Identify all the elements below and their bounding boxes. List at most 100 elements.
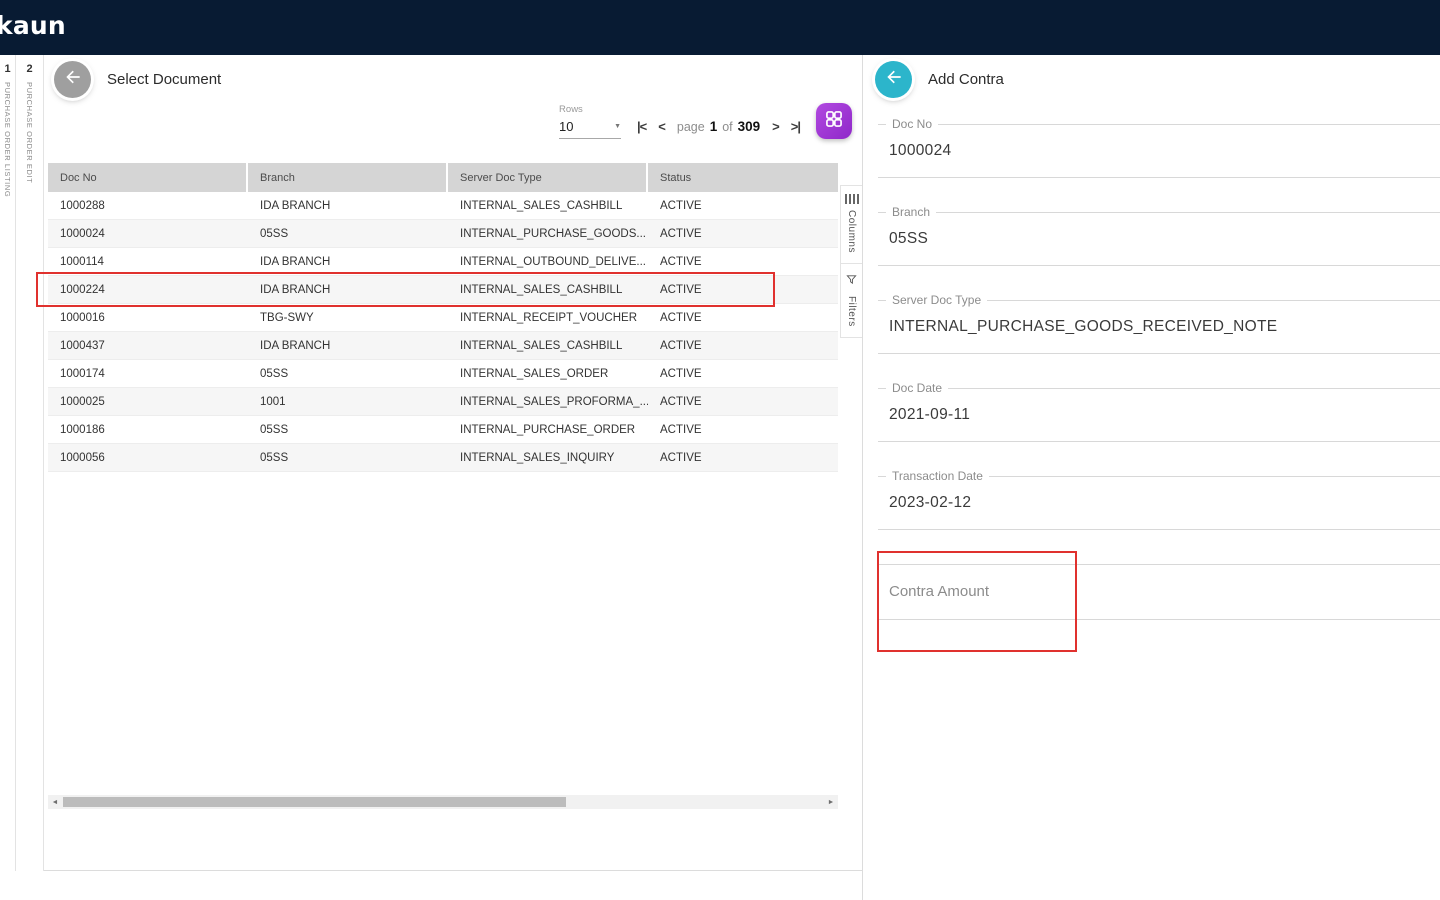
tab-label: PURCHASE ORDER LISTING (3, 82, 12, 197)
table-row[interactable]: 1000174 05SS INTERNAL_SALES_ORDER ACTIVE (48, 360, 838, 388)
scrollbar-thumb[interactable] (63, 797, 566, 807)
server-doc-type-value: INTERNAL_PURCHASE_GOODS_RECEIVED_NOTE (878, 301, 1440, 353)
doc-no-value: 1000024 (878, 125, 1440, 177)
cell-doc-no: 1000024 (48, 220, 248, 247)
column-header-status[interactable]: Status (648, 163, 838, 192)
table-header-row: Doc No Branch Server Doc Type Status (48, 163, 838, 192)
cell-server-doc-type: INTERNAL_RECEIPT_VOUCHER (448, 304, 648, 331)
brand-logo: kaun (0, 11, 66, 40)
grid-icon (824, 109, 844, 134)
first-page-icon[interactable]: |< (637, 119, 646, 134)
cell-branch: 05SS (248, 360, 448, 387)
branch-value: 05SS (878, 213, 1440, 265)
columns-label: Columns (846, 210, 857, 253)
scroll-right-icon[interactable]: ► (824, 795, 838, 809)
cell-doc-no: 1000056 (48, 444, 248, 471)
cell-doc-no: 1000288 (48, 192, 248, 219)
table-row[interactable]: 1000114 IDA BRANCH INTERNAL_OUTBOUND_DEL… (48, 248, 838, 276)
cell-branch: IDA BRANCH (248, 332, 448, 359)
table-body: 1000288 IDA BRANCH INTERNAL_SALES_CASHBI… (48, 192, 838, 472)
rows-label: Rows (559, 104, 621, 115)
cell-branch: IDA BRANCH (248, 276, 448, 303)
cell-status: ACTIVE (648, 332, 838, 359)
cell-branch: 05SS (248, 444, 448, 471)
filters-label: Filters (846, 296, 857, 327)
documents-table: Doc No Branch Server Doc Type Status 100… (48, 163, 838, 472)
columns-tool[interactable]: Columns (841, 186, 862, 264)
transaction-date-field[interactable]: Transaction Date 2023-02-12 (878, 476, 1440, 530)
contra-amount-placeholder: Contra Amount (878, 565, 1440, 619)
cell-status: ACTIVE (648, 304, 838, 331)
page-word: page (677, 120, 705, 134)
select-document-panel: Select Document Rows 10 ▼ |< < page 1 of… (44, 55, 862, 871)
cell-doc-no: 1000114 (48, 248, 248, 275)
column-header-server-doc-type[interactable]: Server Doc Type (448, 163, 646, 192)
cell-doc-no: 1000025 (48, 388, 248, 415)
cell-branch: IDA BRANCH (248, 192, 448, 219)
back-button[interactable] (875, 61, 912, 98)
table-row-highlighted[interactable]: 1000224 IDA BRANCH INTERNAL_SALES_CASHBI… (48, 276, 838, 304)
table-row[interactable]: 1000024 05SS INTERNAL_PURCHASE_GOODS... … (48, 220, 838, 248)
table-row[interactable]: 1000288 IDA BRANCH INTERNAL_SALES_CASHBI… (48, 192, 838, 220)
server-doc-type-label: Server Doc Type (886, 293, 987, 307)
column-header-doc-no[interactable]: Doc No (48, 163, 246, 192)
table-row[interactable]: 1000016 TBG-SWY INTERNAL_RECEIPT_VOUCHER… (48, 304, 838, 332)
page-current: 1 (710, 119, 718, 134)
cell-doc-no: 1000437 (48, 332, 248, 359)
cell-server-doc-type: INTERNAL_PURCHASE_GOODS... (448, 220, 648, 247)
cell-doc-no: 1000016 (48, 304, 248, 331)
transaction-date-value: 2023-02-12 (878, 477, 1440, 529)
sidebar-tab-purchase-order-edit[interactable]: 2 PURCHASE ORDER EDIT (16, 55, 44, 871)
cell-branch: 1001 (248, 388, 448, 415)
transaction-date-label: Transaction Date (886, 469, 989, 483)
table-row[interactable]: 1000025 1001 INTERNAL_SALES_PROFORMA_...… (48, 388, 838, 416)
sidebar-tab-purchase-order-listing[interactable]: 1 PURCHASE ORDER LISTING (0, 55, 16, 871)
columns-icon (845, 194, 859, 204)
app-bar: kaun (0, 0, 1440, 55)
add-contra-header: Add Contra (875, 61, 1004, 98)
tab-number: 2 (16, 55, 43, 75)
column-header-branch[interactable]: Branch (248, 163, 446, 192)
panel-title: Select Document (107, 71, 221, 88)
cell-server-doc-type: INTERNAL_SALES_CASHBILL (448, 192, 648, 219)
page-indicator: page 1 of 309 (677, 119, 760, 134)
filters-tool[interactable]: Filters (841, 264, 862, 338)
table-row[interactable]: 1000186 05SS INTERNAL_PURCHASE_ORDER ACT… (48, 416, 838, 444)
doc-no-field[interactable]: Doc No 1000024 (878, 124, 1440, 178)
select-document-header: Select Document (54, 61, 221, 98)
horizontal-scrollbar[interactable]: ◄ ► (48, 795, 838, 809)
server-doc-type-field[interactable]: Server Doc Type INTERNAL_PURCHASE_GOODS_… (878, 300, 1440, 354)
cell-status: ACTIVE (648, 360, 838, 387)
cell-branch: TBG-SWY (248, 304, 448, 331)
doc-date-field[interactable]: Doc Date 2021-09-11 (878, 388, 1440, 442)
cell-doc-no: 1000174 (48, 360, 248, 387)
contra-amount-field[interactable]: Contra Amount (878, 564, 1440, 620)
cell-status: ACTIVE (648, 388, 838, 415)
filter-funnel-icon (846, 272, 857, 290)
branch-label: Branch (886, 205, 936, 219)
rows-per-page-select[interactable]: Rows 10 ▼ (559, 104, 621, 139)
back-arrow-icon (884, 67, 904, 92)
grid-view-button[interactable] (816, 103, 852, 139)
doc-date-value: 2021-09-11 (878, 389, 1440, 441)
scroll-left-icon[interactable]: ◄ (48, 795, 62, 809)
add-contra-form: Doc No 1000024 Branch 05SS Server Doc Ty… (878, 124, 1440, 654)
page-total: 309 (738, 119, 761, 134)
cell-status: ACTIVE (648, 276, 838, 303)
table-row[interactable]: 1000437 IDA BRANCH INTERNAL_SALES_CASHBI… (48, 332, 838, 360)
of-word: of (722, 120, 732, 134)
cell-server-doc-type: INTERNAL_SALES_INQUIRY (448, 444, 648, 471)
branch-field[interactable]: Branch 05SS (878, 212, 1440, 266)
cell-server-doc-type: INTERNAL_SALES_ORDER (448, 360, 648, 387)
prev-page-icon[interactable]: < (658, 119, 665, 134)
last-page-icon[interactable]: >| (791, 119, 800, 134)
cell-status: ACTIVE (648, 192, 838, 219)
next-page-icon[interactable]: > (772, 119, 779, 134)
cell-server-doc-type: INTERNAL_SALES_PROFORMA_... (448, 388, 648, 415)
back-button[interactable] (54, 61, 91, 98)
cell-server-doc-type: INTERNAL_SALES_CASHBILL (448, 276, 648, 303)
cell-status: ACTIVE (648, 220, 838, 247)
cell-branch: IDA BRANCH (248, 248, 448, 275)
cell-server-doc-type: INTERNAL_PURCHASE_ORDER (448, 416, 648, 443)
table-row[interactable]: 1000056 05SS INTERNAL_SALES_INQUIRY ACTI… (48, 444, 838, 472)
